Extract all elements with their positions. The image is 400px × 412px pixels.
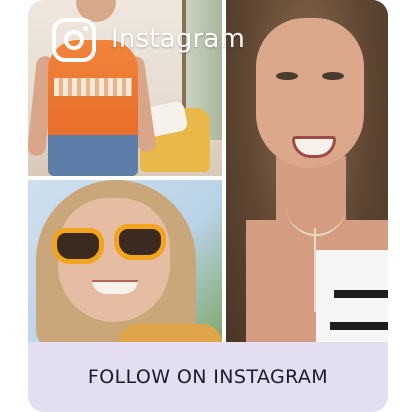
sunglasses-right-lens — [114, 224, 166, 260]
sunglasses-left-lens — [52, 228, 104, 264]
camera-flash-dot — [83, 26, 88, 31]
instagram-promo-card[interactable]: Instagram FOLLOW ON INSTAGRAM — [28, 0, 388, 412]
photo-collage[interactable]: Instagram — [28, 0, 388, 342]
instagram-icon — [52, 18, 96, 62]
eye-right — [322, 72, 344, 80]
follow-button-label: FOLLOW ON INSTAGRAM — [87, 366, 329, 388]
smile — [92, 280, 138, 294]
camera-lens — [64, 30, 84, 50]
shirt-stripe — [334, 290, 388, 298]
shoulder — [118, 324, 222, 342]
instagram-wordmark: Instagram — [111, 24, 246, 54]
photo-woman-sunglasses — [28, 180, 222, 342]
follow-on-instagram-button[interactable]: FOLLOW ON INSTAGRAM — [28, 342, 388, 412]
photo-woman-laughing — [226, 0, 388, 342]
lace-trim — [54, 78, 132, 96]
shirt-stripe — [330, 322, 388, 330]
eye-left — [276, 72, 298, 80]
